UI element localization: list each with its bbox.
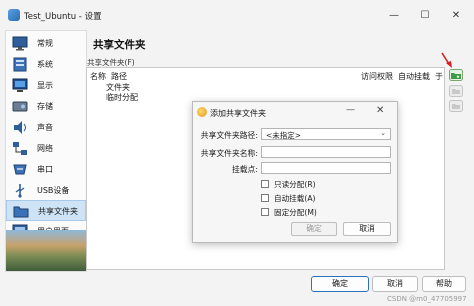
folder-name-label: 共享文件夹名称: (200, 149, 258, 158)
chip-icon (13, 57, 27, 72)
watermark-text: CSDN @m0_47705997 (387, 295, 467, 303)
sidebar-item-label: 网络 (37, 144, 53, 153)
sidebar-item-label: USB设备 (37, 186, 70, 195)
disk-icon (12, 101, 28, 112)
dialog-ok-button[interactable]: 确定 (291, 222, 337, 236)
sidebar-item-label: 显示 (37, 81, 53, 90)
folder-name-input[interactable] (261, 146, 391, 158)
monitor-icon (12, 36, 28, 51)
folder-icon (13, 206, 29, 218)
mount-point-input[interactable] (261, 162, 391, 174)
auto-mount-checkbox[interactable] (261, 194, 269, 202)
page-title: 共享文件夹 (93, 39, 146, 51)
settings-window: Test_Ubuntu - 设置 — ☐ ✕ 常规 系统 显示 存储 声音 网络 (0, 0, 474, 306)
remove-shared-folder-button[interactable] (449, 100, 463, 112)
ok-button[interactable]: 确定 (311, 276, 369, 292)
close-button[interactable]: ✕ (442, 6, 470, 26)
column-header-automount[interactable]: 自动挂载 (398, 71, 430, 82)
read-only-checkbox-label[interactable]: 只读分配(R) (274, 179, 316, 190)
minimize-button[interactable]: — (380, 6, 408, 26)
sidebar-item-label: 声音 (37, 123, 53, 132)
permanent-checkbox-label[interactable]: 固定分配(M) (274, 207, 317, 218)
list-item[interactable]: 临时分配 (106, 92, 138, 103)
dialog-app-icon (197, 107, 207, 117)
serial-icon (13, 164, 27, 175)
folder-path-value: <未指定> (266, 131, 302, 140)
sidebar-item-usb[interactable]: USB设备 (6, 180, 86, 201)
sidebar-item-storage[interactable]: 存储 (6, 96, 86, 117)
add-shared-folder-dialog: 添加共享文件夹 — ✕ 共享文件夹路径: <未指定> ⌄ 共享文件夹名称: 挂载… (192, 101, 398, 243)
display-icon (12, 78, 28, 92)
settings-sidebar: 常规 系统 显示 存储 声音 网络 串口 USB设备 共享文件夹 (5, 30, 87, 272)
folder-path-label: 共享文件夹路径: (200, 131, 258, 140)
dialog-minimize-button[interactable]: — (346, 105, 355, 115)
sidebar-item-serial[interactable]: 串口 (6, 159, 86, 180)
title-bar: Test_Ubuntu - 设置 — ☐ ✕ (0, 0, 474, 30)
sidebar-landscape-image (6, 230, 86, 271)
sidebar-item-shared-folders[interactable]: 共享文件夹 (6, 200, 86, 221)
column-header-access[interactable]: 访问权限 (361, 71, 393, 82)
dialog-close-button[interactable]: ✕ (376, 105, 384, 116)
maximize-button[interactable]: ☐ (411, 6, 439, 26)
column-header-at[interactable]: 于 (435, 71, 443, 82)
sidebar-item-audio[interactable]: 声音 (6, 117, 86, 138)
window-title: Test_Ubuntu - 设置 (24, 12, 102, 22)
chevron-down-icon: ⌄ (380, 129, 386, 137)
network-icon (13, 142, 27, 155)
cancel-button[interactable]: 取消 (372, 276, 418, 292)
mount-point-label: 挂载点: (231, 165, 258, 174)
sidebar-item-label: 串口 (37, 165, 53, 174)
help-button[interactable]: 帮助 (422, 276, 466, 292)
sidebar-item-label: 系统 (37, 60, 53, 69)
sidebar-item-system[interactable]: 系统 (6, 54, 86, 75)
edit-shared-folder-button[interactable] (449, 85, 463, 97)
speaker-icon (14, 121, 26, 134)
dialog-title-bar: 添加共享文件夹 — ✕ (193, 102, 397, 122)
add-shared-folder-button[interactable] (449, 69, 463, 81)
usb-icon (15, 184, 25, 198)
sidebar-item-general[interactable]: 常规 (6, 33, 86, 54)
folder-path-select[interactable]: <未指定> ⌄ (261, 128, 391, 140)
dialog-cancel-button[interactable]: 取消 (343, 222, 391, 236)
virtualbox-app-icon (8, 9, 20, 21)
sidebar-item-label: 常规 (37, 39, 53, 48)
red-arrow-annotation-icon (441, 52, 452, 68)
sidebar-item-display[interactable]: 显示 (6, 75, 86, 96)
auto-mount-checkbox-label[interactable]: 自动挂载(A) (274, 193, 316, 204)
dialog-title: 添加共享文件夹 (210, 109, 266, 118)
column-header-path[interactable]: 路径 (111, 71, 127, 82)
column-header-name[interactable]: 名称 (90, 71, 106, 82)
read-only-checkbox[interactable] (261, 180, 269, 188)
sidebar-item-network[interactable]: 网络 (6, 138, 86, 159)
permanent-checkbox[interactable] (261, 208, 269, 216)
sidebar-item-label: 共享文件夹 (38, 207, 78, 216)
sidebar-item-label: 存储 (37, 102, 53, 111)
